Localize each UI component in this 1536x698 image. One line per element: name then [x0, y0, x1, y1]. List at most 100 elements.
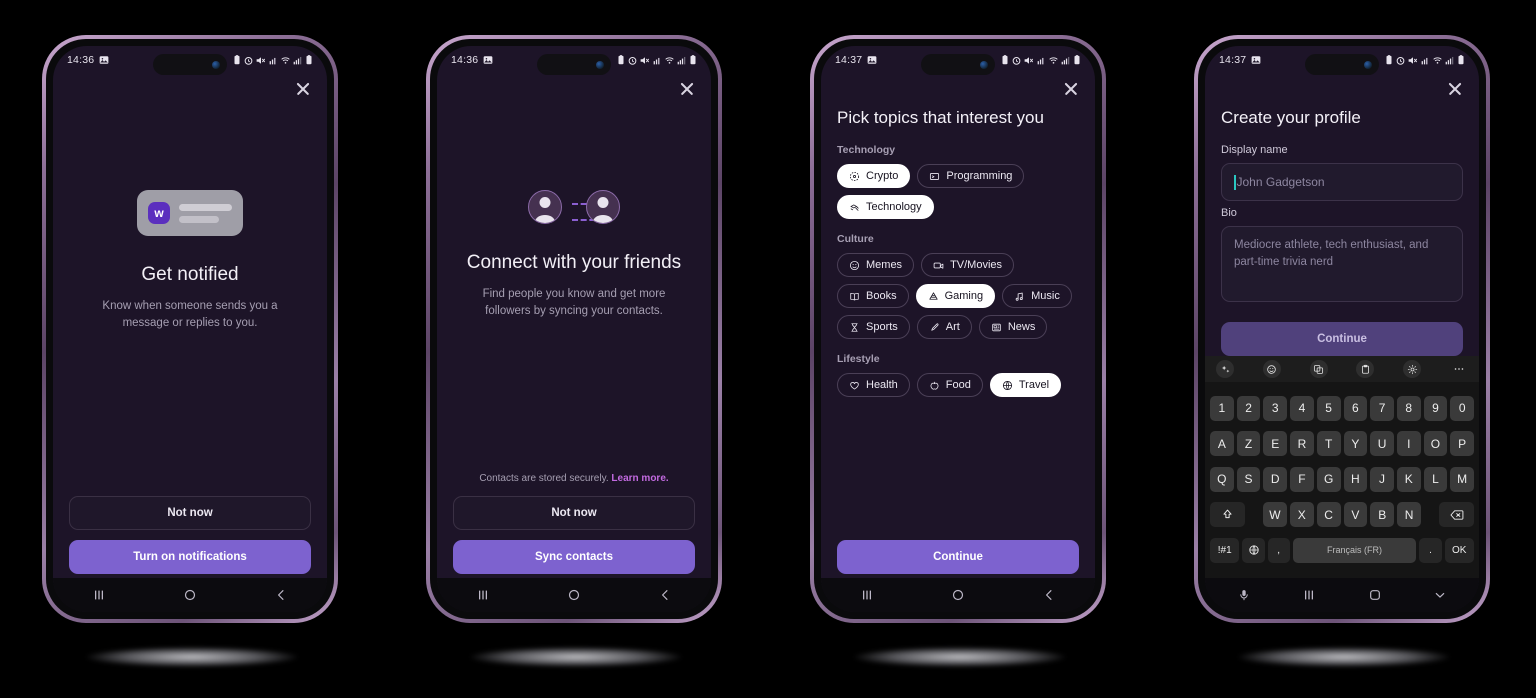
back-icon[interactable] [657, 587, 673, 603]
device-shadow [86, 647, 298, 667]
key-j[interactable]: J [1370, 466, 1394, 492]
learn-more-link[interactable]: Learn more. [611, 473, 668, 484]
key-9[interactable]: 9 [1423, 395, 1448, 421]
key-x[interactable]: X [1289, 502, 1314, 527]
chip-sports[interactable]: Sports [837, 315, 910, 339]
comma-key[interactable]: , [1267, 537, 1290, 563]
chip-memes[interactable]: Memes [837, 253, 915, 277]
screen-connect-friends: 14:36 Connect with your friends Find peo… [437, 46, 711, 612]
key-k[interactable]: K [1396, 466, 1421, 492]
key-m[interactable]: M [1450, 466, 1475, 492]
key-b[interactable]: B [1370, 502, 1395, 527]
gear-icon[interactable] [1403, 360, 1422, 378]
key-6[interactable]: 6 [1343, 395, 1368, 421]
key-1[interactable]: 1 [1209, 395, 1234, 421]
recents-icon[interactable] [475, 587, 491, 603]
chip-gaming[interactable]: Gaming [915, 284, 996, 308]
key-8[interactable]: 8 [1396, 395, 1421, 421]
key-q[interactable]: Q [1209, 466, 1234, 492]
sticker-translate-icon[interactable] [1309, 360, 1328, 378]
display-name-input[interactable]: John Gadgetson [1221, 163, 1463, 201]
shift-key[interactable] [1210, 502, 1245, 527]
display-name-placeholder: John Gadgetson [1236, 175, 1325, 189]
recents-icon[interactable] [91, 587, 107, 603]
chip-news[interactable]: News [978, 315, 1048, 339]
chip-art[interactable]: Art [916, 315, 972, 339]
key-c[interactable]: C [1316, 502, 1341, 527]
phone-frame-1: 14:36 w Get notified Know when someone s… [42, 35, 338, 623]
clipboard-icon[interactable] [1356, 360, 1375, 378]
bio-input[interactable]: Mediocre athlete, tech enthusiast, and p… [1221, 226, 1463, 302]
chip-music[interactable]: Music [1002, 284, 1072, 308]
close-icon[interactable] [1061, 79, 1081, 99]
backspace-key[interactable] [1439, 502, 1474, 527]
symbols-key[interactable]: !#1 [1210, 537, 1240, 563]
continue-button[interactable]: Continue [837, 540, 1079, 574]
chip-travel[interactable]: Travel [989, 373, 1062, 397]
key-l[interactable]: L [1423, 466, 1448, 492]
category-label-culture: Culture [837, 233, 874, 245]
signal-icon [1061, 56, 1070, 64]
key-4[interactable]: 4 [1290, 395, 1314, 421]
key-7[interactable]: 7 [1370, 395, 1394, 421]
key-n[interactable]: N [1397, 502, 1422, 527]
key-3[interactable]: 3 [1263, 395, 1288, 421]
back-icon[interactable] [1041, 587, 1057, 603]
enter-key[interactable]: OK [1444, 537, 1474, 563]
key-s[interactable]: S [1236, 466, 1261, 492]
key-f[interactable]: F [1290, 466, 1314, 492]
sync-contacts-button[interactable]: Sync contacts [453, 540, 695, 574]
key-t[interactable]: T [1316, 431, 1341, 456]
language-key[interactable] [1242, 537, 1265, 563]
emoji-icon[interactable] [1262, 360, 1281, 378]
period-key[interactable]: . [1419, 537, 1442, 563]
mute-icon [1408, 56, 1418, 64]
turn-on-notifications-button[interactable]: Turn on notifications [69, 540, 311, 574]
key-o[interactable]: O [1423, 431, 1448, 456]
key-i[interactable]: I [1396, 431, 1421, 456]
key-v[interactable]: V [1343, 502, 1368, 527]
key-a[interactable]: A [1209, 431, 1234, 456]
key-r[interactable]: R [1290, 431, 1314, 456]
chip-health[interactable]: Health [837, 373, 910, 397]
key-e[interactable]: E [1263, 431, 1288, 456]
continue-button[interactable]: Continue [1221, 322, 1463, 356]
ai-sparkle-icon[interactable] [1216, 360, 1234, 378]
key-w[interactable]: W [1262, 502, 1287, 527]
home-icon[interactable] [1342, 587, 1408, 603]
mic-icon[interactable] [1211, 588, 1277, 602]
key-0[interactable]: 0 [1450, 395, 1475, 421]
key-p[interactable]: P [1450, 431, 1475, 456]
not-now-button[interactable]: Not now [453, 496, 695, 530]
key-z[interactable]: Z [1236, 431, 1261, 456]
not-now-button[interactable]: Not now [69, 496, 311, 530]
key-2[interactable]: 2 [1236, 395, 1261, 421]
recents-icon[interactable] [859, 587, 875, 603]
home-icon[interactable] [182, 587, 198, 603]
close-icon[interactable] [677, 79, 697, 99]
key-5[interactable]: 5 [1316, 395, 1341, 421]
chip-food[interactable]: Food [916, 373, 983, 397]
hide-keyboard-icon[interactable] [1408, 587, 1474, 603]
chip-crypto[interactable]: Crypto [837, 164, 911, 188]
key-y[interactable]: Y [1343, 431, 1368, 456]
space-key[interactable]: Français (FR) [1292, 537, 1417, 563]
more-icon[interactable] [1450, 360, 1468, 378]
key-d[interactable]: D [1263, 466, 1288, 492]
chip-books[interactable]: Books [837, 284, 909, 308]
close-icon[interactable] [293, 79, 313, 99]
close-icon[interactable] [1445, 79, 1465, 99]
key-h[interactable]: H [1343, 466, 1368, 492]
mute-icon [256, 56, 266, 64]
category-label-lifestyle: Lifestyle [837, 353, 880, 365]
home-icon[interactable] [566, 587, 582, 603]
home-icon[interactable] [950, 587, 966, 603]
key-g[interactable]: G [1316, 466, 1341, 492]
key-u[interactable]: U [1370, 431, 1394, 456]
chip-technology[interactable]: Technology [837, 195, 934, 219]
recents-icon[interactable] [1277, 587, 1343, 603]
chip-tv-movies[interactable]: TV/Movies [921, 253, 1015, 277]
chip-programming[interactable]: Programming [917, 164, 1025, 188]
back-icon[interactable] [273, 587, 289, 603]
nav-bar-2 [437, 578, 711, 612]
